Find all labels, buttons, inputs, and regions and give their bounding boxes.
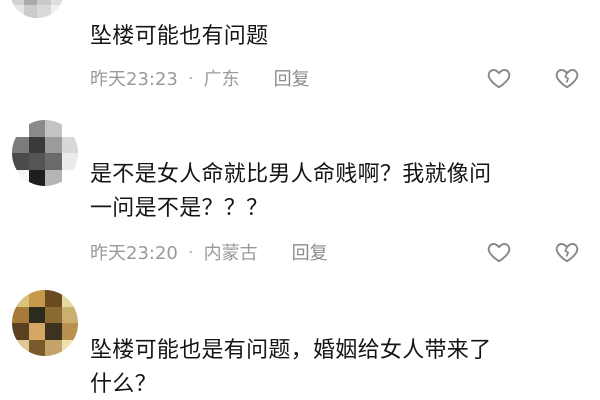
- comment-text-line: 什么？: [90, 372, 157, 397]
- comment-text: 是不是女人命就比男人命贱啊？我就像问 一问是不是？？？: [90, 158, 578, 226]
- separator-dot: ·: [187, 241, 194, 263]
- comment-time: 昨天23:20: [90, 243, 178, 264]
- avatar[interactable]: [10, 0, 64, 18]
- comment-text: 坠楼可能也有问题: [90, 24, 269, 49]
- comment-text-line: 一问是不是？？？: [90, 196, 269, 221]
- comment-meta: 昨天23:20 · 内蒙古 回复: [90, 237, 328, 267]
- comment-location: 内蒙古: [203, 243, 258, 264]
- comment-text: 坠楼可能也是有问题，婚姻给女人带来了 什么？: [90, 334, 578, 400]
- comment-location: 广东: [203, 69, 240, 90]
- dislike-button[interactable]: [552, 63, 582, 93]
- comment-text-line: 是不是女人命就比男人命贱啊？我就像问: [90, 162, 492, 187]
- avatar[interactable]: [12, 290, 78, 356]
- separator-dot: ·: [187, 67, 194, 89]
- comment-text-line: 坠楼可能也是有问题，婚姻给女人带来了: [90, 338, 492, 363]
- dislike-button[interactable]: [552, 237, 582, 267]
- heart-outline-icon: [487, 69, 511, 89]
- broken-heart-icon: [555, 69, 579, 89]
- heart-outline-icon: [487, 243, 511, 263]
- broken-heart-icon: [555, 243, 579, 263]
- comment-time: 昨天23:23: [90, 69, 178, 90]
- like-button[interactable]: [484, 237, 514, 267]
- avatar[interactable]: [12, 120, 78, 186]
- reply-button[interactable]: 回复: [274, 65, 310, 91]
- comment-meta: 昨天23:23 · 广东 回复: [90, 63, 310, 93]
- comment-list: 坠楼可能也有问题 昨天23:23 · 广东 回复 是不是女人命就比男人命贱啊？我…: [0, 0, 600, 400]
- like-button[interactable]: [484, 63, 514, 93]
- reply-button[interactable]: 回复: [292, 239, 328, 265]
